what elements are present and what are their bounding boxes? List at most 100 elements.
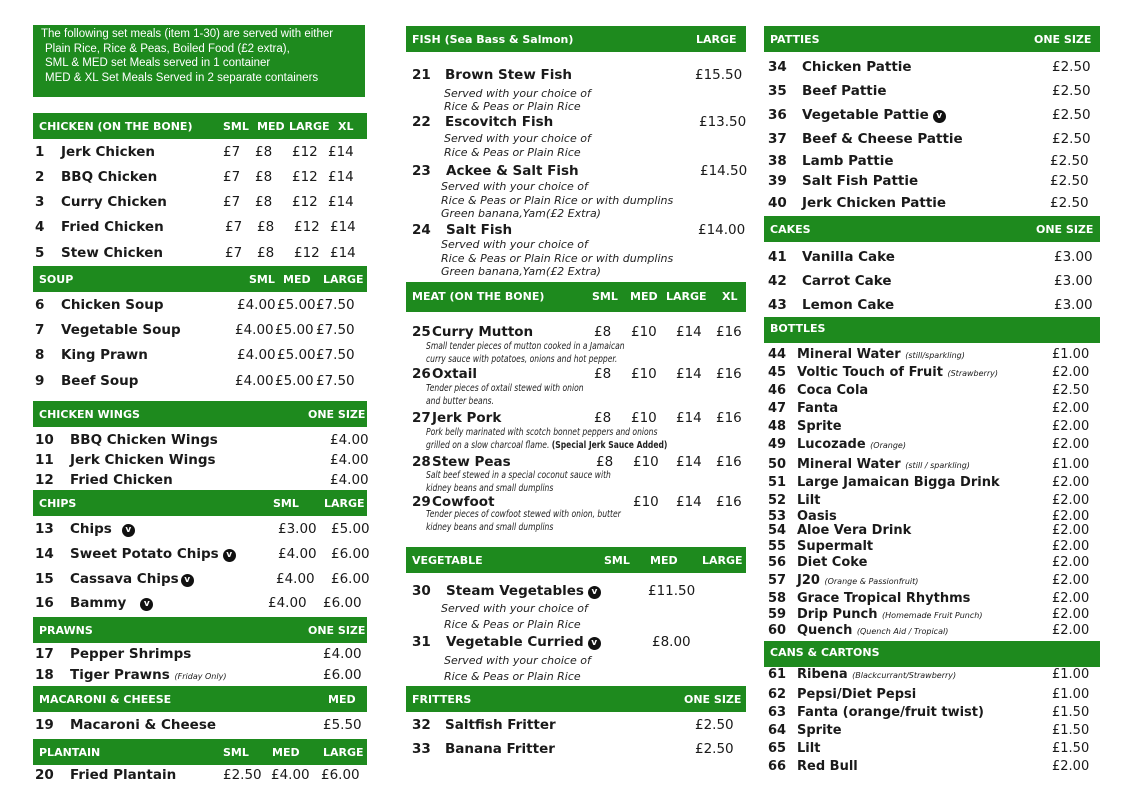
item-name: Beef Pattie bbox=[802, 83, 887, 99]
price: £2.00 bbox=[1052, 475, 1090, 490]
item-name: BBQ Chicken Wings bbox=[70, 432, 218, 448]
item-name: Salt Fish bbox=[446, 222, 513, 238]
item-name: Fanta bbox=[797, 401, 838, 416]
item-name: Chicken Soup bbox=[61, 297, 164, 313]
size-label: LARGE bbox=[666, 290, 707, 303]
size-label: SML bbox=[223, 745, 249, 759]
item-description: kidney beans and small dumplins bbox=[426, 522, 554, 533]
price: £14.00 bbox=[698, 222, 746, 238]
item-number: 24 bbox=[412, 222, 431, 238]
price: £10 bbox=[631, 410, 657, 426]
price: £7 bbox=[225, 219, 243, 235]
item-name: Ribena (Blackcurrant/Strawberry) bbox=[797, 667, 956, 682]
price: £4.00 bbox=[330, 432, 369, 448]
price: £2.00 bbox=[1052, 493, 1090, 508]
price: £3.00 bbox=[1054, 249, 1093, 265]
item-name: Oxtail bbox=[432, 366, 478, 382]
price: £2.50 bbox=[1052, 83, 1091, 99]
section-header-plantain: PLANTAIN SML MED LARGE bbox=[33, 739, 367, 765]
item-number: 50 bbox=[768, 457, 787, 472]
price: £16 bbox=[716, 324, 742, 340]
menu-page: { "info_lines": [ "The following set mea… bbox=[0, 0, 1123, 794]
section-title: PRAWNS bbox=[39, 623, 93, 637]
price: £2.00 bbox=[1052, 523, 1090, 538]
info-line: SML & MED set Meals served in 1 containe… bbox=[45, 57, 271, 69]
item-number: 18 bbox=[35, 667, 54, 683]
item-number: 6 bbox=[35, 297, 45, 313]
price: £1.00 bbox=[1052, 457, 1090, 472]
item-description: Rice & Peas or Plain Rice or with dumpli… bbox=[441, 252, 674, 265]
price: £2.50 bbox=[1052, 107, 1091, 123]
item-number: 8 bbox=[35, 347, 45, 363]
item-name: Vegetable Pattie v bbox=[802, 107, 946, 123]
item-name: Jerk Chicken bbox=[61, 144, 156, 160]
item-name-text: Pepsi/Diet Pepsi bbox=[797, 687, 917, 702]
price: £14 bbox=[676, 494, 702, 510]
size-label: SML bbox=[223, 119, 249, 133]
item-number: 37 bbox=[768, 131, 787, 147]
item-number: 60 bbox=[768, 623, 787, 638]
item-description: Tender pieces of oxtail stewed with onio… bbox=[426, 383, 584, 394]
section-header-fritters: FRITTERS ONE SIZE bbox=[406, 686, 746, 712]
price: £2.50 bbox=[1050, 153, 1089, 169]
item-description: Rice & Peas or Plain Rice bbox=[444, 670, 581, 683]
item-name: Red Bull bbox=[797, 759, 858, 774]
price: £7.50 bbox=[316, 373, 355, 389]
price: £2.00 bbox=[1052, 607, 1090, 622]
item-description: Tender pieces of cowfoot stewed with oni… bbox=[426, 509, 621, 520]
item-name: Fried Chicken bbox=[61, 219, 164, 235]
section-title: MACARONI & CHEESE bbox=[39, 692, 172, 706]
size-label: SML bbox=[604, 553, 630, 567]
item-name: Coca Cola bbox=[797, 383, 868, 398]
price: £14.50 bbox=[700, 163, 748, 179]
price: £5.50 bbox=[323, 717, 362, 733]
item-number: 30 bbox=[412, 583, 431, 599]
item-number: 34 bbox=[768, 59, 787, 75]
price: £16 bbox=[716, 410, 742, 426]
item-number: 1 bbox=[35, 144, 45, 160]
price: £4.00 bbox=[330, 452, 369, 468]
item-name: Pepsi/Diet Pepsi bbox=[797, 687, 916, 702]
price: £2.50 bbox=[1052, 383, 1090, 398]
item-number: 55 bbox=[768, 539, 787, 554]
item-number: 53 bbox=[768, 509, 787, 524]
price: £2.00 bbox=[1052, 365, 1090, 380]
price: £8 bbox=[594, 324, 612, 340]
item-name-text: Vegetable Curried bbox=[446, 634, 584, 650]
item-name: Curry Mutton bbox=[432, 324, 534, 340]
price: £14 bbox=[676, 454, 702, 470]
size-label: ONE SIZE bbox=[308, 623, 366, 637]
item-description: Rice & Peas or Plain Rice bbox=[444, 100, 581, 113]
item-name-text: Tiger Prawns bbox=[70, 667, 170, 683]
price: £8 bbox=[594, 410, 612, 426]
item-number: 48 bbox=[768, 419, 787, 434]
item-number: 20 bbox=[35, 767, 54, 783]
price: £4.00 bbox=[237, 347, 276, 363]
item-name-text: Red Bull bbox=[797, 759, 858, 774]
item-name: Chicken Pattie bbox=[802, 59, 912, 75]
vegetarian-icon: v bbox=[587, 637, 601, 650]
price: £16 bbox=[716, 454, 742, 470]
item-name-text: Sweet Potato Chips bbox=[70, 546, 219, 562]
section-title: BOTTLES bbox=[770, 322, 826, 335]
size-label: ONE SIZE bbox=[1036, 222, 1094, 236]
item-number: 62 bbox=[768, 687, 787, 702]
price: £14 bbox=[328, 169, 354, 185]
item-number: 15 bbox=[35, 571, 54, 587]
vegetarian-icon: v bbox=[121, 524, 135, 537]
price: £2.50 bbox=[1050, 173, 1089, 189]
item-description: Served with your choice of bbox=[444, 132, 591, 145]
item-name-text: Drip Punch bbox=[797, 607, 878, 622]
item-name: Vegetable Curried v bbox=[446, 634, 601, 650]
price: £4.00 bbox=[235, 373, 274, 389]
price: £2.00 bbox=[1052, 591, 1090, 606]
section-header-vegetable: VEGETABLE SML MED LARGE bbox=[406, 547, 746, 573]
size-label: LARGE bbox=[289, 119, 330, 133]
item-number: 16 bbox=[35, 595, 54, 611]
item-name: J20 (Orange & Passionfruit) bbox=[797, 573, 918, 588]
item-description: kidney beans and small dumplins bbox=[426, 483, 554, 494]
item-name: Fried Chicken bbox=[70, 472, 173, 488]
section-header-chips: CHIPS SML LARGE bbox=[33, 490, 367, 516]
price: £5.00 bbox=[277, 347, 316, 363]
price: £14 bbox=[328, 144, 354, 160]
